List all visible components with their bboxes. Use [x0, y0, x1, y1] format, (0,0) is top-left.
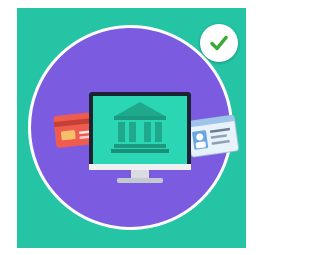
app-icon-tile: [17, 8, 246, 248]
verified-badge: [200, 24, 238, 62]
id-card-icon: [186, 114, 240, 158]
check-icon: [210, 35, 228, 51]
